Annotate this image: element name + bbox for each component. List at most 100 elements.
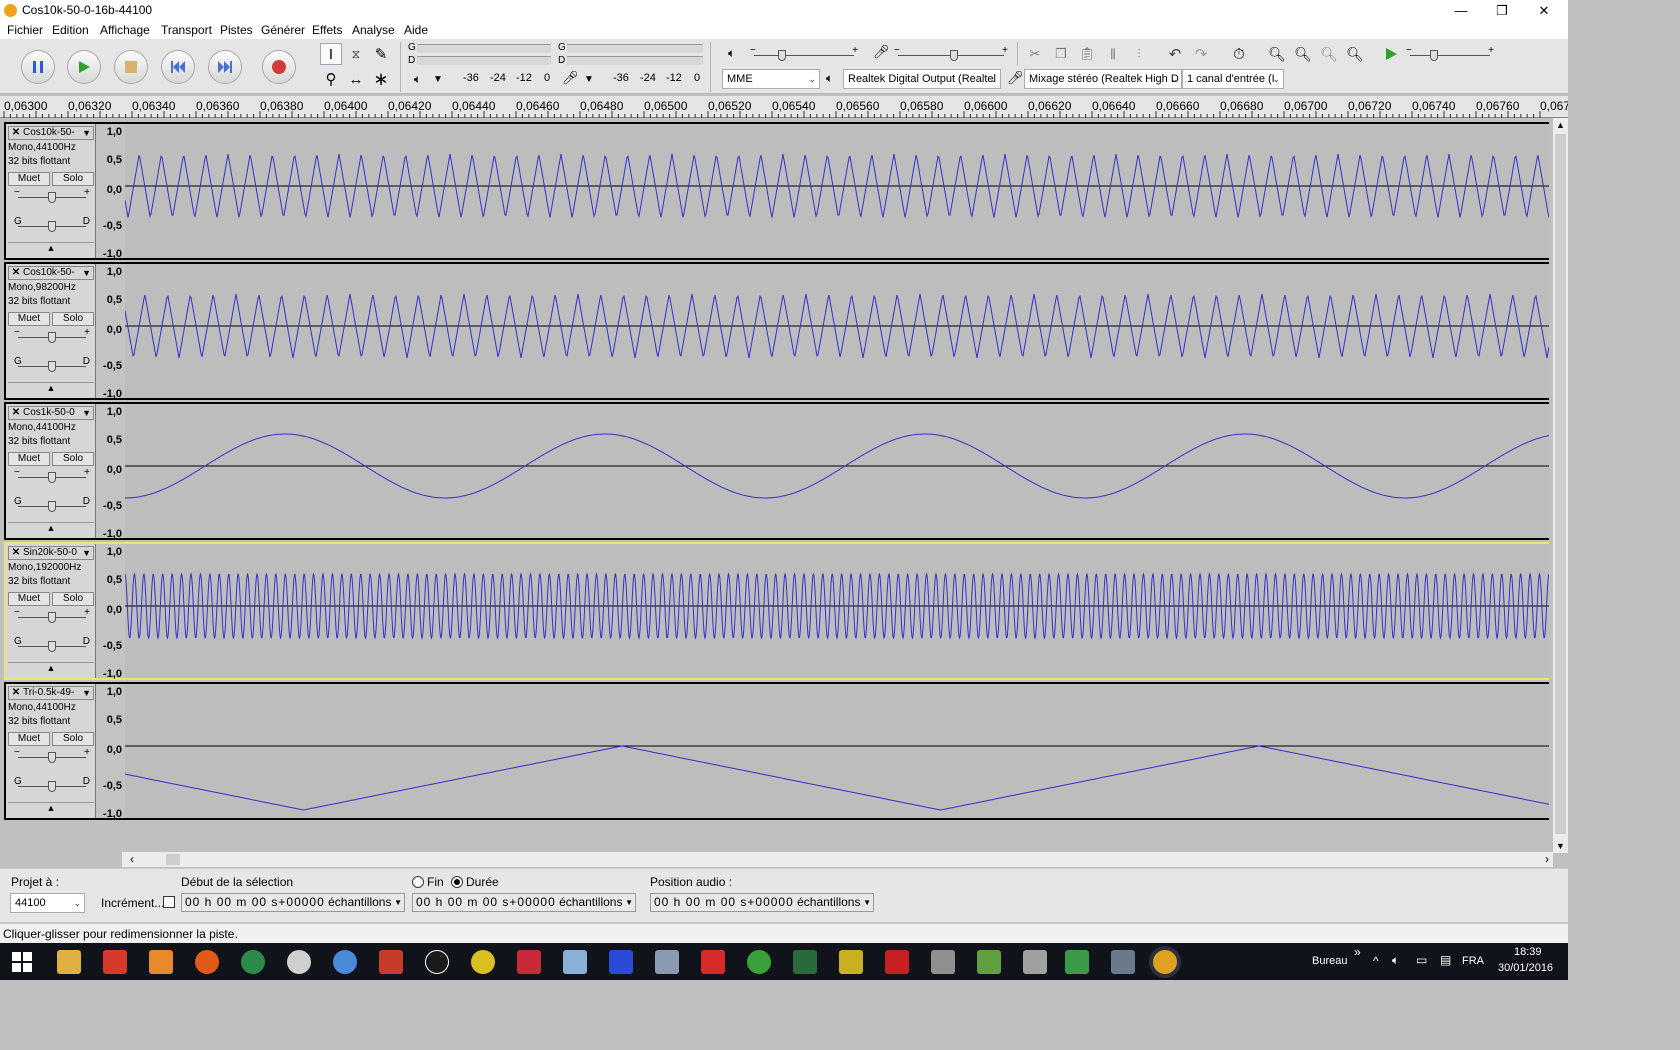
timeline-ruler[interactable]: 0,06300 0,06320 0,06340 0,06360 0,06380 0,064… <box>0 96 1568 118</box>
gain-slider[interactable]: − + <box>12 747 92 763</box>
close-track-icon[interactable]: ✕ <box>10 547 22 559</box>
close-track-icon[interactable]: ✕ <box>10 267 22 279</box>
waveform-area[interactable] <box>124 124 1550 258</box>
input-channels-select[interactable]: 1 canal d'entrée (I ⌄ <box>1182 69 1284 89</box>
gain-slider[interactable]: − + <box>12 607 92 623</box>
snap-checkbox[interactable] <box>163 896 175 908</box>
language-indicator[interactable]: FRA <box>1462 955 1484 967</box>
chevron-up-icon[interactable]: » <box>1354 945 1361 959</box>
menu-generer[interactable]: Générer <box>261 23 305 37</box>
solo-button[interactable]: Solo <box>52 312 94 326</box>
waveform-area[interactable] <box>124 544 1550 678</box>
track-name-button[interactable]: ✕ Sin20k-50-0 ▼ <box>8 546 94 560</box>
menu-effets[interactable]: Effets <box>312 23 342 37</box>
track-name-button[interactable]: ✕ Tri-0.5k-49- ▼ <box>8 686 94 700</box>
mute-button[interactable]: Muet <box>8 312 50 326</box>
track-control-panel[interactable]: ✕ Cos10k-50- ▼ Mono,98200Hz 32 bits flottant… <box>6 264 96 398</box>
office-icon[interactable] <box>379 950 403 974</box>
scroll-down-icon[interactable]: ▼ <box>1556 841 1565 851</box>
fit-project-button[interactable]: 🔍︎ <box>1344 43 1366 65</box>
input-device-select[interactable]: Mixage stéréo (Realtek High D ⌄ <box>1024 69 1182 89</box>
audio-track[interactable]: ✕ Cos10k-50- ▼ Mono,98200Hz 32 bits flottant… <box>4 262 1550 400</box>
silence-button[interactable]: ⫶ <box>1128 43 1150 65</box>
fit-selection-button[interactable]: 🔍︎ <box>1318 43 1340 65</box>
gain-slider[interactable]: − + <box>12 327 92 343</box>
selection-tool[interactable]: I <box>320 43 342 65</box>
app-scope-icon[interactable] <box>793 950 817 974</box>
selection-start-time[interactable]: 00 h 00 m 00 s+00000 échantillons ▼ <box>181 893 405 912</box>
desktop-toolbar-label[interactable]: Bureau <box>1312 955 1347 967</box>
record-meter-dropdown-icon[interactable]: ▼ <box>584 74 594 85</box>
app-film-icon[interactable] <box>839 950 863 974</box>
timeshift-tool[interactable]: ↔ <box>345 68 367 90</box>
collapse-track-button[interactable]: ▲ <box>8 802 94 814</box>
pan-slider[interactable]: GD <box>12 356 92 372</box>
firefox-icon[interactable] <box>195 950 219 974</box>
track-menu-dropdown-icon[interactable]: ▼ <box>82 407 91 419</box>
track-menu-dropdown-icon[interactable]: ▼ <box>82 547 91 559</box>
pause-button[interactable] <box>21 50 55 84</box>
audio-track[interactable]: ✕ Cos1k-50-0 ▼ Mono,44100Hz 32 bits flottant… <box>4 402 1550 540</box>
network-icon[interactable]: ▭ <box>1416 953 1427 967</box>
pan-slider[interactable]: GD <box>12 496 92 512</box>
app-folder-icon[interactable] <box>563 950 587 974</box>
track-menu-dropdown-icon[interactable]: ▼ <box>82 127 91 139</box>
zoom-in-button[interactable]: 🔍︎ <box>1266 43 1288 65</box>
track-control-panel[interactable]: ✕ Sin20k-50-0 ▼ Mono,192000Hz 32 bits flotta… <box>6 544 96 678</box>
menu-affichage[interactable]: Affichage <box>100 23 150 37</box>
dropdown-arrow-icon[interactable]: ▼ <box>394 894 402 911</box>
undo-button[interactable]: ↶ <box>1164 43 1186 65</box>
audacity-taskbar-icon[interactable] <box>1153 950 1177 974</box>
app-circle-icon[interactable] <box>425 950 449 974</box>
cut-button[interactable]: ✂ <box>1024 43 1046 65</box>
track-control-panel[interactable]: ✕ Tri-0.5k-49- ▼ Mono,44100Hz 32 bits flotta… <box>6 684 96 818</box>
dropdown-arrow-icon[interactable]: ▼ <box>863 894 871 911</box>
app-red-icon[interactable] <box>517 950 541 974</box>
record-button[interactable] <box>262 50 296 84</box>
gain-slider[interactable]: − + <box>12 187 92 203</box>
play-button[interactable] <box>67 50 101 84</box>
scroll-up-icon[interactable]: ▲ <box>1556 120 1565 130</box>
waveform-area[interactable] <box>124 264 1550 398</box>
waveform-area[interactable] <box>125 404 1550 538</box>
audio-position-time[interactable]: 00 h 00 m 00 s+00000 échantillons ▼ <box>650 893 874 912</box>
track-control-panel[interactable]: ✕ Cos10k-50- ▼ Mono,44100Hz 32 bits flottant… <box>6 124 96 258</box>
menu-analyse[interactable]: Analyse <box>352 23 395 37</box>
pan-slider[interactable]: GD <box>12 216 92 232</box>
collapse-track-button[interactable]: ▲ <box>8 522 94 534</box>
spreadsheet-icon[interactable] <box>1065 950 1089 974</box>
horizontal-scrollbar[interactable]: ‹ › <box>122 852 1553 867</box>
zoom-out-button[interactable]: 🔍︎ <box>1292 43 1314 65</box>
draw-tool[interactable]: ✎ <box>370 43 392 65</box>
mute-button[interactable]: Muet <box>8 732 50 746</box>
duration-radio[interactable] <box>451 876 463 888</box>
skip-start-button[interactable] <box>161 50 195 84</box>
menu-pistes[interactable]: Pistes <box>220 23 253 37</box>
multi-tool[interactable]: ∗ <box>370 68 392 90</box>
selection-duration-time[interactable]: 00 h 00 m 00 s+00000 échantillons ▼ <box>412 893 636 912</box>
solo-button[interactable]: Solo <box>52 172 94 186</box>
audio-track[interactable]: ✕ Cos10k-50- ▼ Mono,44100Hz 32 bits flottant… <box>4 122 1550 260</box>
menu-transport[interactable]: Transport <box>161 23 212 37</box>
clock-time[interactable]: 18:39 <box>1514 946 1542 958</box>
app-q-icon[interactable] <box>977 950 1001 974</box>
input-volume-slider[interactable]: − + <box>892 45 1010 61</box>
file-explorer-icon[interactable] <box>57 950 81 974</box>
playback-meter-dropdown-icon[interactable]: ▼ <box>433 74 443 85</box>
menu-edition[interactable]: Edition <box>52 23 89 37</box>
mute-button[interactable]: Muet <box>8 452 50 466</box>
amplitude-scale[interactable]: 1,0 0,5 0,0 -0,5 -1,0 <box>97 544 124 680</box>
playback-speed-slider[interactable]: − + <box>1404 45 1496 61</box>
app-blue-icon[interactable] <box>333 950 357 974</box>
mute-button[interactable]: Muet <box>8 592 50 606</box>
ic-app-icon[interactable] <box>701 950 725 974</box>
mute-button[interactable]: Muet <box>8 172 50 186</box>
amplitude-scale[interactable]: 1,0 0,5 0,0 -0,5 -1,0 <box>97 124 124 260</box>
close-track-icon[interactable]: ✕ <box>10 407 22 419</box>
track-control-panel[interactable]: ✕ Cos1k-50-0 ▼ Mono,44100Hz 32 bits flottant… <box>6 404 96 538</box>
trim-button[interactable]: ⫼ <box>1102 43 1124 65</box>
play-at-speed-button[interactable] <box>1380 43 1402 65</box>
pan-slider[interactable]: GD <box>12 776 92 792</box>
pan-slider[interactable]: GD <box>12 636 92 652</box>
envelope-tool[interactable]: ⧖ <box>345 43 367 65</box>
